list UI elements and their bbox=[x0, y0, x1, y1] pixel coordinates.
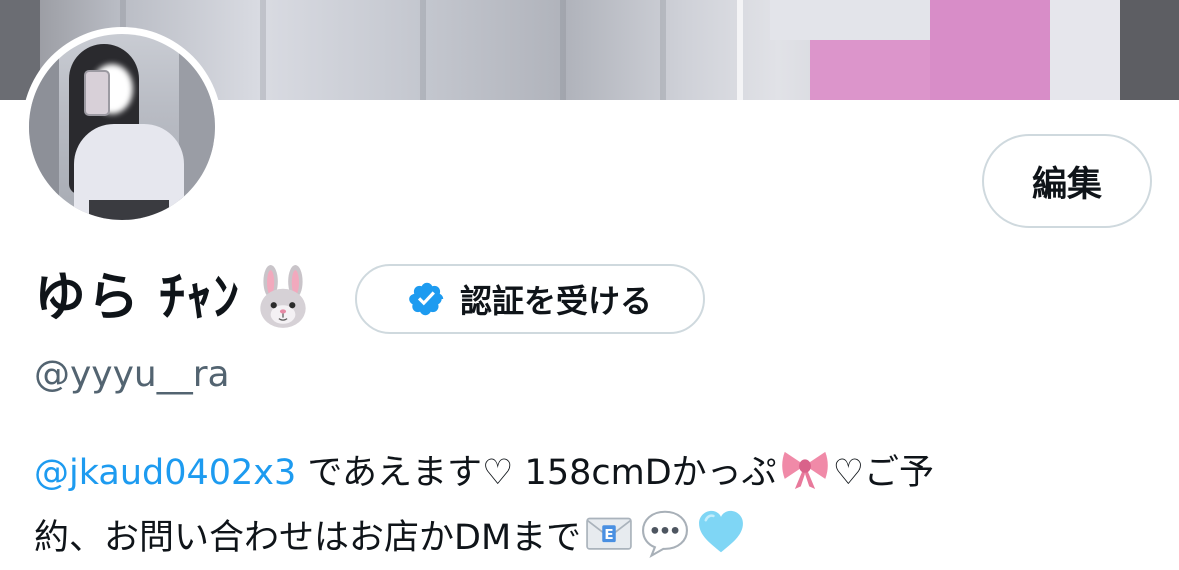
display-name: ゆら ﾁｬﾝ bbox=[34, 268, 241, 328]
avatar-curtain bbox=[179, 34, 215, 220]
display-name-row: ゆら ﾁｬﾝ bbox=[34, 258, 316, 338]
banner-curtain-fold bbox=[260, 0, 266, 100]
avatar-phone bbox=[84, 70, 110, 116]
ribbon-icon bbox=[781, 451, 828, 489]
bio-text-line1-tail: ♡ご予 bbox=[832, 453, 935, 493]
svg-text:E: E bbox=[605, 527, 614, 543]
get-verified-button[interactable]: 認証を受ける bbox=[355, 264, 705, 334]
get-verified-label: 認証を受ける bbox=[459, 282, 652, 320]
profile-avatar[interactable] bbox=[22, 27, 222, 227]
edit-profile-button[interactable]: 編集 bbox=[982, 134, 1152, 228]
verified-badge-icon bbox=[409, 282, 444, 316]
banner-edge bbox=[1120, 0, 1179, 100]
banner-curtain-fold bbox=[560, 0, 566, 100]
speech-balloon-icon bbox=[642, 510, 689, 559]
banner-wall-tile bbox=[770, 0, 930, 40]
avatar-skirt bbox=[89, 200, 169, 220]
avatar-photo bbox=[29, 34, 215, 220]
user-handle: @yyyu__ra bbox=[34, 354, 230, 395]
avatar-curtain bbox=[29, 34, 59, 220]
banner-curtain-fold bbox=[420, 0, 426, 100]
incoming-envelope-icon: E bbox=[586, 517, 632, 550]
bio-text-line2: 約、お問い合わせはお店かDMまで bbox=[34, 518, 582, 558]
bio-mention-link[interactable]: @jkaud0402x3 bbox=[34, 453, 296, 493]
rabbit-face-icon bbox=[260, 265, 306, 328]
banner-curtain-fold bbox=[660, 0, 666, 100]
banner-wall-tile bbox=[810, 40, 930, 100]
edit-profile-label: 編集 bbox=[1031, 164, 1102, 205]
bio-text-line1: であえます♡ 158cmDかっぷ bbox=[296, 453, 777, 493]
profile-bio: @jkaud0402x3 であえます♡ 158cmDかっぷ ♡ご予 約、お問い合… bbox=[34, 440, 1144, 570]
banner-wall-tile bbox=[930, 0, 1050, 100]
banner-pole bbox=[737, 0, 743, 100]
light-blue-heart-icon bbox=[699, 510, 744, 553]
banner-wall-tile bbox=[1050, 0, 1120, 100]
